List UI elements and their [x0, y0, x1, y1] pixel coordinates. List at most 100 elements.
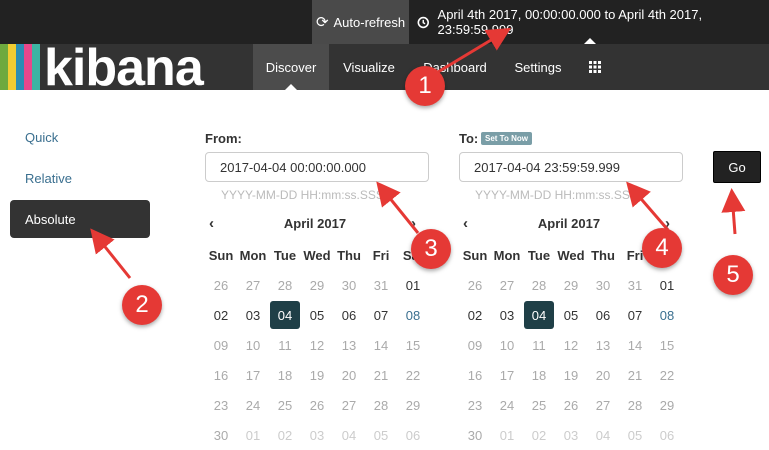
from-calendar-day[interactable]: 02	[205, 300, 237, 330]
from-calendar-day[interactable]: 09	[205, 330, 237, 360]
to-calendar-day[interactable]: 05	[619, 420, 651, 450]
from-calendar-day[interactable]: 27	[237, 270, 269, 300]
to-calendar-day[interactable]: 19	[555, 360, 587, 390]
from-calendar-day[interactable]: 08	[397, 300, 429, 330]
to-calendar-day[interactable]: 29	[555, 270, 587, 300]
from-calendar-day[interactable]: 05	[365, 420, 397, 450]
auto-refresh-button[interactable]: ⟳ Auto-refresh	[312, 0, 409, 44]
to-calendar-day[interactable]: 26	[555, 390, 587, 420]
from-calendar-day[interactable]: 02	[269, 420, 301, 450]
tab-discover[interactable]: Discover	[253, 44, 329, 90]
to-calendar-day[interactable]: 24	[491, 390, 523, 420]
to-calendar-day[interactable]: 03	[555, 420, 587, 450]
active-tab-caret	[285, 84, 297, 90]
from-calendar-day[interactable]: 28	[365, 390, 397, 420]
from-calendar-day[interactable]: 23	[205, 390, 237, 420]
to-calendar-day[interactable]: 04	[524, 301, 554, 329]
from-calendar-day[interactable]: 17	[237, 360, 269, 390]
to-calendar-day[interactable]: 21	[619, 360, 651, 390]
from-calendar-day[interactable]: 26	[301, 390, 333, 420]
from-calendar-day[interactable]: 20	[333, 360, 365, 390]
arrow-5	[721, 188, 746, 235]
to-calendar-day[interactable]: 03	[491, 300, 523, 330]
from-calendar-day[interactable]: 04	[333, 420, 365, 450]
from-calendar-day[interactable]: 30	[205, 420, 237, 450]
to-calendar-day[interactable]: 31	[619, 270, 651, 300]
to-calendar-day[interactable]: 02	[459, 300, 491, 330]
to-calendar-day[interactable]: 22	[651, 360, 683, 390]
from-calendar-day[interactable]: 06	[397, 420, 429, 450]
kibana-logo[interactable]: kibana	[0, 44, 238, 90]
to-calendar-day[interactable]: 04	[587, 420, 619, 450]
to-calendar-day[interactable]: 28	[523, 270, 555, 300]
from-calendar-day[interactable]: 06	[333, 300, 365, 330]
sidebar-item-relative[interactable]: Relative	[25, 171, 72, 186]
to-calendar-day[interactable]: 05	[555, 300, 587, 330]
to-calendar-day[interactable]: 09	[459, 330, 491, 360]
to-calendar-day[interactable]: 01	[651, 270, 683, 300]
from-calendar-day[interactable]: 25	[269, 390, 301, 420]
to-calendar-day[interactable]: 12	[555, 330, 587, 360]
to-calendar-day[interactable]: 06	[651, 420, 683, 450]
from-calendar-day[interactable]: 30	[333, 270, 365, 300]
from-calendar-day[interactable]: 16	[205, 360, 237, 390]
tab-visualize[interactable]: Visualize	[334, 44, 404, 90]
to-calendar-day[interactable]: 17	[491, 360, 523, 390]
to-calendar-day[interactable]: 25	[523, 390, 555, 420]
to-calendar-day[interactable]: 16	[459, 360, 491, 390]
to-calendar-day[interactable]: 30	[459, 420, 491, 450]
from-calendar-day[interactable]: 28	[269, 270, 301, 300]
from-calendar-day[interactable]: 13	[333, 330, 365, 360]
from-calendar-day[interactable]: 19	[301, 360, 333, 390]
to-calendar-day[interactable]: 18	[523, 360, 555, 390]
from-calendar-day[interactable]: 24	[237, 390, 269, 420]
to-calendar-day[interactable]: 23	[459, 390, 491, 420]
from-calendar-day[interactable]: 01	[237, 420, 269, 450]
from-calendar-day[interactable]: 29	[397, 390, 429, 420]
from-calendar-day[interactable]: 14	[365, 330, 397, 360]
to-datetime-input[interactable]: 2017-04-04 23:59:59.999	[459, 152, 683, 182]
tab-settings[interactable]: Settings	[506, 44, 570, 90]
go-button[interactable]: Go	[713, 151, 761, 183]
sidebar-item-absolute[interactable]: Absolute	[10, 200, 150, 238]
from-calendar-day[interactable]: 11	[269, 330, 301, 360]
from-calendar-day[interactable]: 03	[301, 420, 333, 450]
from-calendar-day[interactable]: 29	[301, 270, 333, 300]
from-calendar-day[interactable]: 05	[301, 300, 333, 330]
from-calendar-day[interactable]: 27	[333, 390, 365, 420]
to-calendar-day[interactable]: 07	[619, 300, 651, 330]
to-calendar-day[interactable]: 01	[491, 420, 523, 450]
to-calendar-day[interactable]: 28	[619, 390, 651, 420]
from-calendar-day[interactable]: 31	[365, 270, 397, 300]
to-calendar-day[interactable]: 27	[491, 270, 523, 300]
from-next-month-button[interactable]: ›	[411, 215, 416, 232]
to-calendar-day[interactable]: 20	[587, 360, 619, 390]
from-datetime-input[interactable]: 2017-04-04 00:00:00.000	[205, 152, 429, 182]
to-calendar-day[interactable]: 13	[587, 330, 619, 360]
apps-grid-icon[interactable]	[582, 44, 608, 90]
sidebar-item-quick[interactable]: Quick	[25, 130, 58, 145]
from-calendar-day[interactable]: 07	[365, 300, 397, 330]
from-calendar-day[interactable]: 10	[237, 330, 269, 360]
to-calendar-day[interactable]: 10	[491, 330, 523, 360]
from-calendar-day[interactable]: 12	[301, 330, 333, 360]
to-calendar-day[interactable]: 29	[651, 390, 683, 420]
from-calendar-day[interactable]: 03	[237, 300, 269, 330]
to-calendar-day[interactable]: 14	[619, 330, 651, 360]
from-calendar-day[interactable]: 15	[397, 330, 429, 360]
to-calendar-day[interactable]: 02	[523, 420, 555, 450]
from-calendar-day[interactable]: 22	[397, 360, 429, 390]
from-calendar-day[interactable]: 26	[205, 270, 237, 300]
to-calendar-day[interactable]: 30	[587, 270, 619, 300]
from-calendar-day[interactable]: 04	[270, 301, 300, 329]
to-calendar-day[interactable]: 15	[651, 330, 683, 360]
to-calendar-day[interactable]: 27	[587, 390, 619, 420]
from-calendar-day[interactable]: 21	[365, 360, 397, 390]
to-calendar-day[interactable]: 26	[459, 270, 491, 300]
to-calendar-day[interactable]: 06	[587, 300, 619, 330]
to-calendar-day[interactable]: 08	[651, 300, 683, 330]
set-to-now-button[interactable]: Set To Now	[481, 132, 532, 145]
to-calendar-day[interactable]: 11	[523, 330, 555, 360]
from-calendar-day[interactable]: 01	[397, 270, 429, 300]
from-calendar-day[interactable]: 18	[269, 360, 301, 390]
